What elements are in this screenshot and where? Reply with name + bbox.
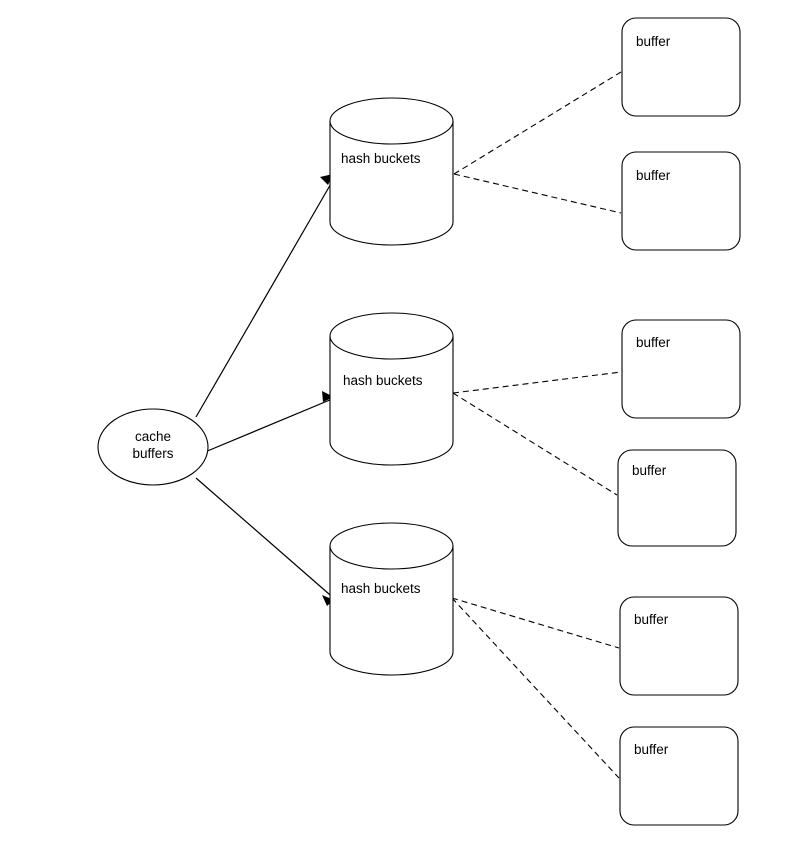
buffer-box-4[interactable] (617, 449, 737, 547)
diagram-svg (97, 17, 741, 826)
cache-buffers-ellipse[interactable] (97, 408, 209, 486)
diagram-canvas: cache buffers hash buckets hash buckets h… (0, 0, 807, 841)
solid-connector-group (195, 174, 338, 606)
connector-cache-to-bucket-2 (204, 391, 338, 453)
hash-buckets-cylinder-1[interactable] (329, 97, 454, 246)
connector-bucket-1-to-buffer-1 (453, 71, 622, 175)
connector-bucket-2-to-buffer-3 (452, 371, 622, 394)
buffer-box-group (617, 17, 741, 826)
connector-cache-to-bucket-3 (195, 477, 338, 606)
buffer-box-5[interactable] (619, 596, 739, 696)
buffer-box-1[interactable] (621, 17, 741, 117)
connector-bucket-3-to-buffer-6 (451, 597, 620, 779)
buffer-box-2[interactable] (621, 151, 741, 251)
buffer-box-6[interactable] (619, 726, 739, 826)
buffer-box-3[interactable] (621, 319, 741, 419)
hash-buckets-cylinder-2[interactable] (329, 312, 454, 466)
hash-buckets-cylinder-3[interactable] (329, 522, 454, 676)
connector-bucket-2-to-buffer-4 (452, 392, 618, 496)
connector-bucket-1-to-buffer-2 (453, 173, 622, 214)
connector-bucket-3-to-buffer-5 (451, 597, 620, 649)
connector-cache-to-bucket-1 (195, 174, 337, 418)
dashed-connector-group (451, 71, 622, 779)
